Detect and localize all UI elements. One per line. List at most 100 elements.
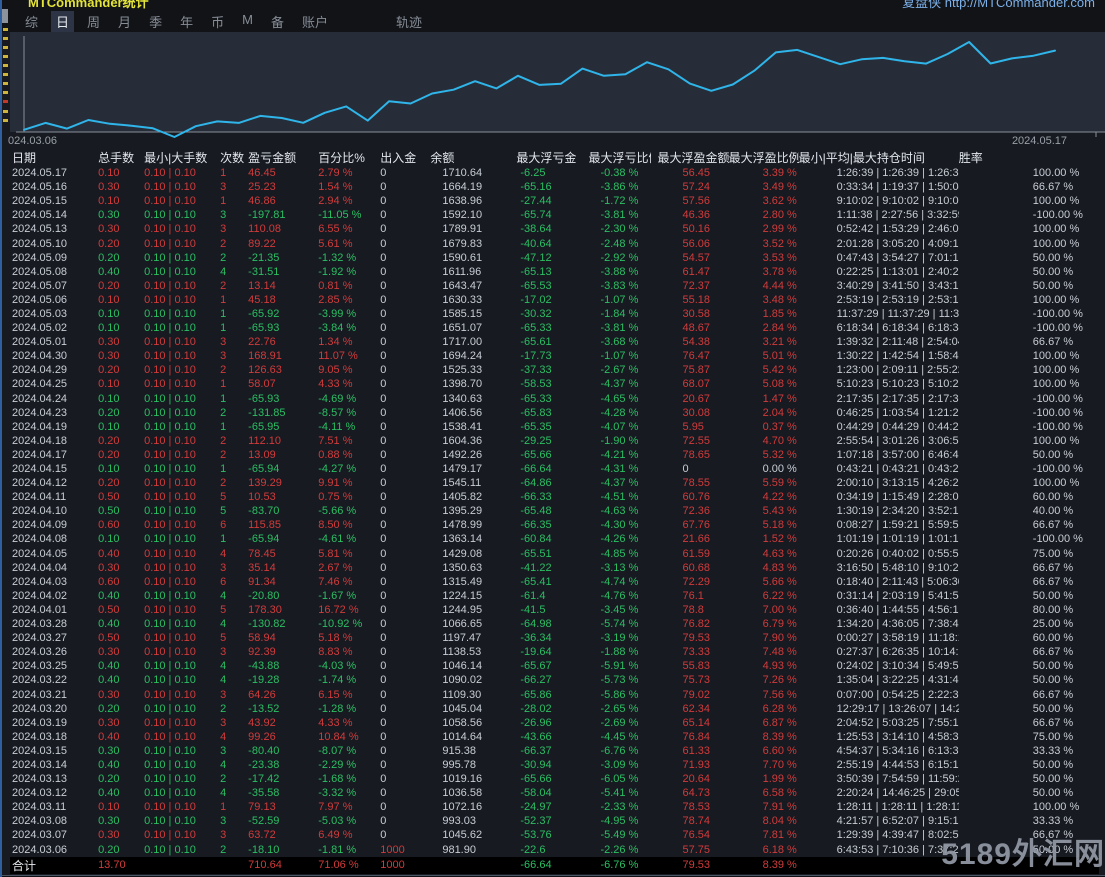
cell-win-rate: -100.00 % xyxy=(1032,420,1083,433)
table-row[interactable]: 2024.03.08 0.30 0.10 | 0.10 3 -52.59 -5.03 % 0… xyxy=(10,814,1099,828)
menu-item-7[interactable]: M xyxy=(237,11,258,32)
table-row[interactable]: 2024.05.14 0.30 0.10 | 0.10 3 -197.81 -11.05 … xyxy=(10,208,1099,222)
table-row[interactable]: 2024.03.19 0.30 0.10 | 0.10 3 43.92 4.33 % 0 10… xyxy=(10,716,1099,730)
cell-max-float-profit-pct: 6.18 % xyxy=(762,843,797,856)
table-row[interactable]: 2024.05.15 0.10 0.10 | 0.10 1 46.86 2.94 % 0 16… xyxy=(10,194,1099,208)
cell-min-max-lots: 0.10 | 0.10 xyxy=(144,181,196,194)
table-row[interactable]: 2024.04.12 0.20 0.10 | 0.10 2 139.29 9.91 % 0 1… xyxy=(10,476,1099,490)
col-header-min-max-lots[interactable]: 最小|大手数 xyxy=(140,149,218,166)
table-row[interactable]: 2024.03.27 0.50 0.10 | 0.10 5 58.94 5.18 % 0 11… xyxy=(10,631,1099,645)
menu-item-0[interactable]: 综 xyxy=(20,11,43,32)
cell-max-float-loss-pct: -4.07 % xyxy=(600,420,639,433)
table-row[interactable]: 2024.05.10 0.20 0.10 | 0.10 2 89.22 5.61 % 0 16… xyxy=(10,236,1099,250)
table-row[interactable]: 2024.04.10 0.50 0.10 | 0.10 5 -83.70 -5.66 % 0… xyxy=(10,504,1099,518)
table-row[interactable]: 2024.05.03 0.10 0.10 | 0.10 1 -65.92 -3.99 % 0… xyxy=(10,307,1099,321)
menu-item-9[interactable]: 账户 xyxy=(297,11,333,32)
table-row[interactable]: 2024.05.09 0.20 0.10 | 0.10 2 -21.35 -1.32 % 0… xyxy=(10,251,1099,265)
cell-hold-time: 0:27:37 | 6:26:35 | 10:14:09 xyxy=(836,646,959,659)
col-header-win-rate[interactable]: 胜率 xyxy=(959,149,1099,166)
table-row[interactable]: 2024.04.25 0.10 0.10 | 0.10 1 58.07 4.33 % 0 13… xyxy=(10,377,1099,391)
col-header-pnl-pct[interactable]: 百分比% xyxy=(314,149,376,166)
cell-max-float-profit: 55.18 xyxy=(682,293,711,306)
table-row[interactable]: 2024.03.15 0.30 0.10 | 0.10 3 -80.40 -8.07 % 0… xyxy=(10,744,1099,758)
table-row[interactable]: 2024.05.02 0.10 0.10 | 0.10 1 -65.93 -3.84 % 0… xyxy=(10,321,1099,335)
table-row[interactable]: 2024.03.20 0.20 0.10 | 0.10 2 -13.52 -1.28 % 0… xyxy=(10,702,1099,716)
menu-bar: 综日周月季年币 M 备账户 轨迹 xyxy=(2,11,1105,32)
cell-max-float-profit: 57.24 xyxy=(682,181,711,194)
col-header-cash-flow[interactable]: 出入金 xyxy=(376,149,428,166)
table-row[interactable]: 2024.05.06 0.10 0.10 | 0.10 1 45.18 2.85 % 0 16… xyxy=(10,293,1099,307)
cell-max-float-loss: -65.16 xyxy=(520,181,552,194)
table-row[interactable]: 2024.05.08 0.40 0.10 | 0.10 4 -31.51 -1.92 % 0… xyxy=(10,265,1099,279)
table-row[interactable]: 2024.03.12 0.40 0.10 | 0.10 4 -35.58 -3.32 % 0… xyxy=(10,786,1099,800)
cell-balance: 1398.70 xyxy=(442,378,483,391)
menu-item-2[interactable]: 周 xyxy=(82,11,105,32)
table-row[interactable]: 2024.04.04 0.30 0.10 | 0.10 3 35.14 2.67 % 0 13… xyxy=(10,561,1099,575)
cell-date: 2024.05.08 xyxy=(12,265,68,278)
table-row[interactable]: 2024.03.25 0.40 0.10 | 0.10 4 -43.88 -4.03 % 0… xyxy=(10,659,1099,673)
cell-date: 2024.04.04 xyxy=(12,561,68,574)
table-row[interactable]: 2024.04.03 0.60 0.10 | 0.10 6 91.34 7.46 % 0 13… xyxy=(10,575,1099,589)
cell-win-rate: -100.00 % xyxy=(1032,209,1083,222)
table-row[interactable]: 2024.04.01 0.50 0.10 | 0.10 5 178.30 16.72 % 0… xyxy=(10,603,1099,617)
table-row[interactable]: 2024.03.14 0.40 0.10 | 0.10 4 -23.38 -2.29 % 0… xyxy=(10,758,1099,772)
col-header-max-float-profit[interactable]: 最大浮盈金额 xyxy=(651,149,729,166)
col-header-max-float-profit-pct[interactable]: 最大浮盈比例 xyxy=(729,149,799,166)
table-row[interactable]: 2024.03.07 0.30 0.10 | 0.10 3 63.72 6.49 % 0 10… xyxy=(10,828,1099,842)
menu-item-5[interactable]: 年 xyxy=(175,11,198,32)
table-row[interactable]: 2024.04.09 0.60 0.10 | 0.10 6 115.85 8.50 % 0 1… xyxy=(10,518,1099,532)
cell-pnl-pct: 2.67 % xyxy=(318,561,353,574)
col-header-pnl[interactable]: 盈亏金额 xyxy=(244,149,314,166)
cell-cash-flow: 0 xyxy=(380,237,387,250)
col-header-max-float-loss[interactable]: 最大浮亏金额 xyxy=(500,149,576,166)
menu-item-4[interactable]: 季 xyxy=(144,11,167,32)
table-row[interactable]: 2024.04.19 0.10 0.10 | 0.10 1 -65.95 -4.11 % 0… xyxy=(10,420,1099,434)
cell-min-max-lots: 0.10 | 0.10 xyxy=(144,223,196,236)
table-row[interactable]: 2024.03.22 0.40 0.10 | 0.10 4 -19.28 -1.74 % 0… xyxy=(10,673,1099,687)
table-row[interactable]: 2024.04.17 0.20 0.10 | 0.10 2 13.09 0.88 % 0 14… xyxy=(10,448,1099,462)
cell-max-float-loss: -65.41 xyxy=(520,575,552,588)
table-row[interactable]: 2024.03.18 0.40 0.10 | 0.10 4 99.26 10.84 % 0 1… xyxy=(10,730,1099,744)
table-row[interactable]: 2024.05.07 0.20 0.10 | 0.10 2 13.14 0.81 % 0 16… xyxy=(10,279,1099,293)
table-row[interactable]: 2024.04.02 0.40 0.10 | 0.10 4 -20.80 -1.67 % 0… xyxy=(10,589,1099,603)
table-row[interactable]: 2024.04.05 0.40 0.10 | 0.10 4 78.45 5.81 % 0 14… xyxy=(10,547,1099,561)
table-row[interactable]: 2024.05.01 0.30 0.10 | 0.10 3 22.76 1.34 % 0 17… xyxy=(10,335,1099,349)
table-row[interactable]: 2024.05.16 0.30 0.10 | 0.10 3 25.23 1.54 % 0 16… xyxy=(10,180,1099,194)
total-cell-max-float-profit: 79.53 xyxy=(650,856,729,874)
menu-item-1[interactable]: 日 xyxy=(51,11,75,32)
col-header-count[interactable]: 次数 xyxy=(218,149,244,166)
table-row[interactable]: 2024.05.17 0.10 0.10 | 0.10 1 46.45 2.79 % 0 17… xyxy=(10,166,1099,180)
col-header-max-float-loss-pct[interactable]: 最大浮亏比例 xyxy=(576,149,650,166)
table-row[interactable]: 2024.03.11 0.10 0.10 | 0.10 1 79.13 7.97 % 0 10… xyxy=(10,800,1099,814)
table-row[interactable]: 2024.04.24 0.10 0.10 | 0.10 1 -65.93 -4.69 % 0… xyxy=(10,392,1099,406)
table-row[interactable]: 2024.05.13 0.30 0.10 | 0.10 3 110.08 6.55 % 0 1… xyxy=(10,222,1099,236)
menu-item-3[interactable]: 月 xyxy=(113,11,136,32)
table-row[interactable]: 2024.04.30 0.30 0.10 | 0.10 3 168.91 11.07 % 0… xyxy=(10,349,1099,363)
cell-count: 4 xyxy=(220,265,227,278)
table-row[interactable]: 2024.04.18 0.20 0.10 | 0.10 2 112.10 7.51 % 0 1… xyxy=(10,434,1099,448)
table-row[interactable]: 2024.03.26 0.30 0.10 | 0.10 3 92.39 8.83 % 0 11… xyxy=(10,645,1099,659)
table-row[interactable]: 2024.04.08 0.10 0.10 | 0.10 1 -65.94 -4.61 % 0… xyxy=(10,532,1099,546)
brand-link[interactable]: 复盘侠 http://MTCommander.com xyxy=(902,0,1095,11)
table-row[interactable]: 2024.03.21 0.30 0.10 | 0.10 3 64.26 6.15 % 0 11… xyxy=(10,687,1099,701)
menu-item-6[interactable]: 币 xyxy=(206,11,229,32)
menu-item-trace[interactable]: 轨迹 xyxy=(391,11,427,32)
col-header-hold-time[interactable]: 最小|平均|最大持仓时间 xyxy=(799,149,959,166)
col-header-balance[interactable]: 余额 xyxy=(428,149,500,166)
cell-lots: 0.10 xyxy=(98,463,120,476)
cell-balance: 1717.00 xyxy=(442,336,483,349)
cell-max-float-profit: 72.36 xyxy=(682,505,711,518)
menu-item-8[interactable]: 备 xyxy=(266,11,289,32)
col-header-lots[interactable]: 总手数 xyxy=(94,149,140,166)
cell-cash-flow: 0 xyxy=(380,688,387,701)
table-row[interactable]: 2024.04.23 0.20 0.10 | 0.10 2 -131.85 -8.57 %… xyxy=(10,406,1099,420)
table-row[interactable]: 2024.04.29 0.20 0.10 | 0.10 2 126.63 9.05 % 0 1… xyxy=(10,363,1099,377)
col-header-date[interactable]: 日期 xyxy=(10,149,94,166)
cell-max-float-loss: -36.34 xyxy=(520,632,552,645)
table-row[interactable]: 2024.04.15 0.10 0.10 | 0.10 1 -65.94 -4.27 % 0… xyxy=(10,462,1099,476)
cell-min-max-lots: 0.10 | 0.10 xyxy=(144,307,196,320)
table-row[interactable]: 2024.03.28 0.40 0.10 | 0.10 4 -130.82 -10.92 … xyxy=(10,617,1099,631)
table-row[interactable]: 2024.03.06 0.20 0.10 | 0.10 2 -18.10 -1.81 % 1… xyxy=(10,843,1099,857)
table-row[interactable]: 2024.04.11 0.50 0.10 | 0.10 5 10.53 0.75 % 0 14… xyxy=(10,490,1099,504)
table-row[interactable]: 2024.03.13 0.20 0.10 | 0.10 2 -17.42 -1.68 % 0… xyxy=(10,772,1099,786)
